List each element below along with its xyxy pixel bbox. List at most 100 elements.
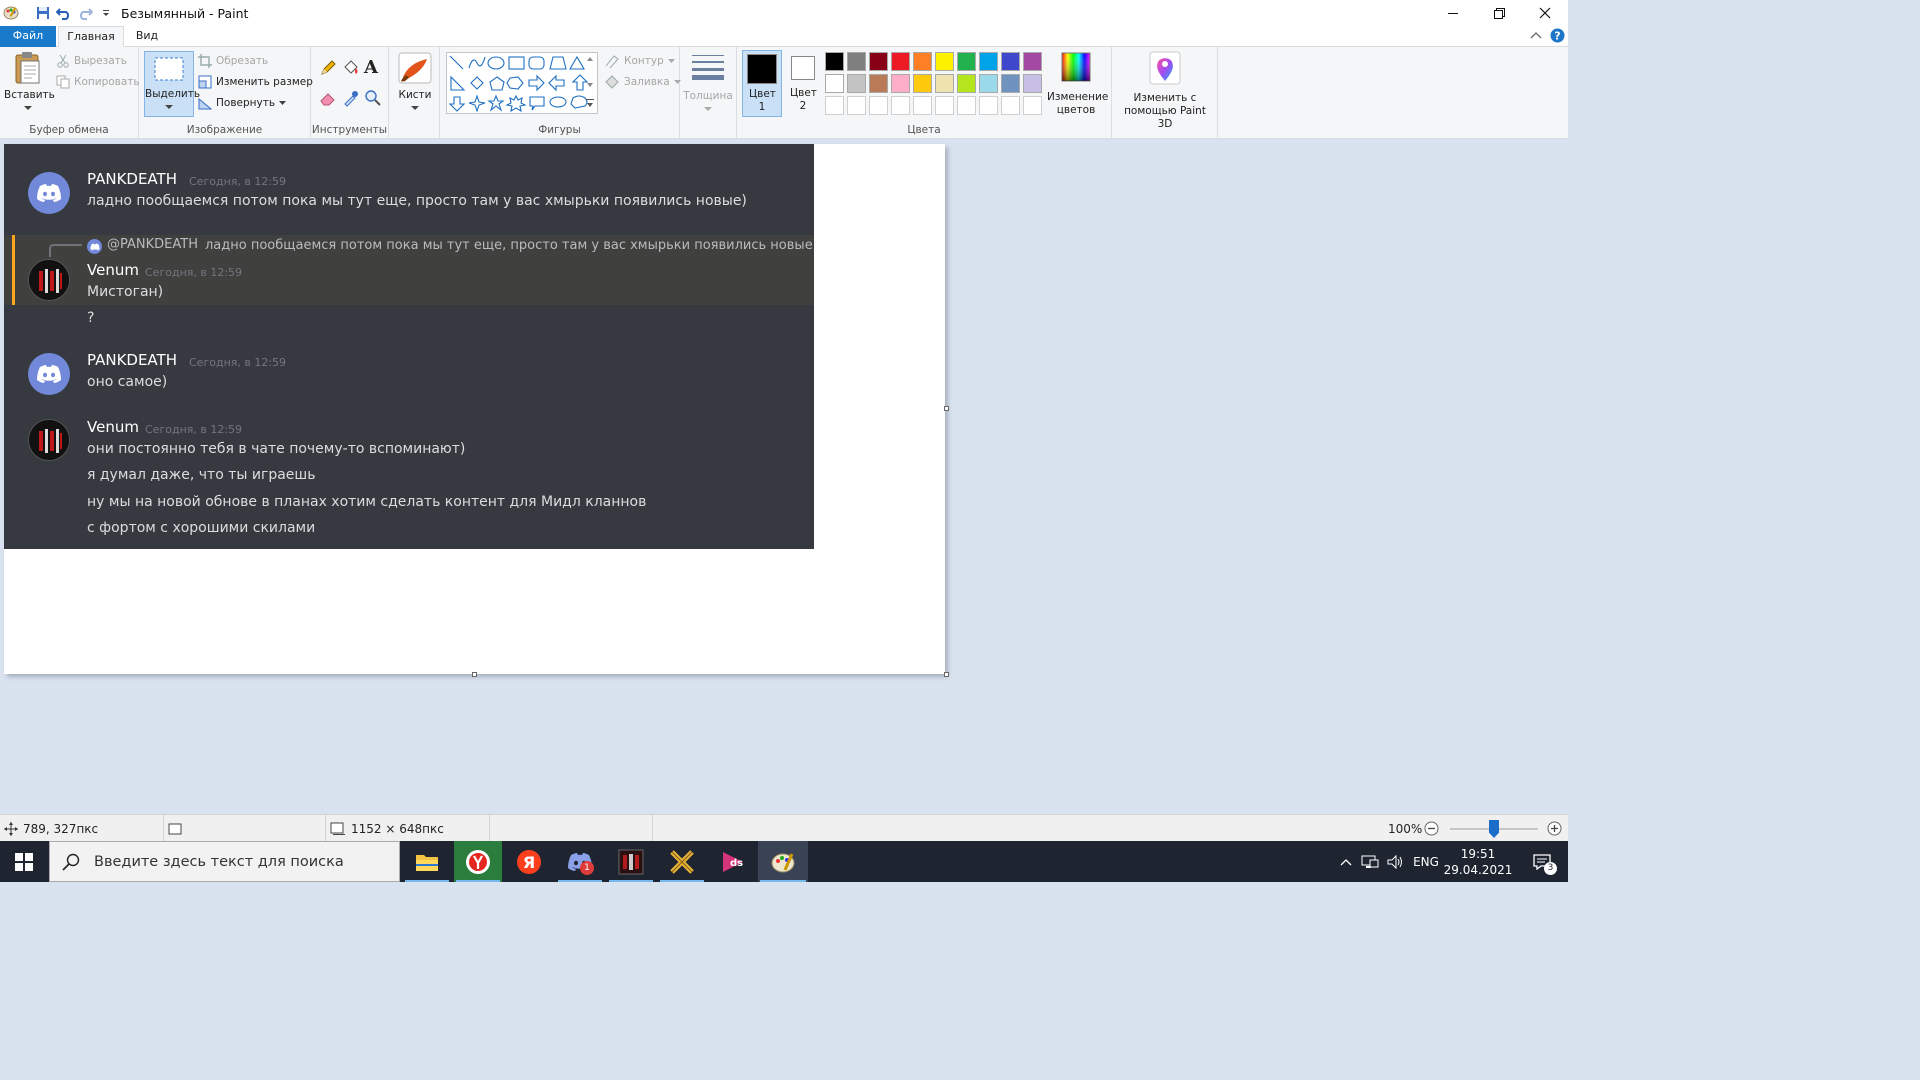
palette-custom-slot[interactable] bbox=[869, 96, 888, 115]
palette-custom-slot[interactable] bbox=[891, 96, 910, 115]
outline-button[interactable]: Контур bbox=[604, 54, 675, 68]
crop-button[interactable]: Обрезать bbox=[198, 54, 268, 68]
pencil-icon[interactable] bbox=[319, 59, 337, 80]
tab-home[interactable]: Главная bbox=[58, 26, 124, 48]
restore-button[interactable] bbox=[1476, 0, 1522, 26]
palette-swatch[interactable] bbox=[869, 74, 888, 93]
cut-button[interactable]: Вырезать bbox=[56, 54, 127, 68]
magnifier-icon[interactable] bbox=[364, 89, 382, 110]
palette-custom-slot[interactable] bbox=[979, 96, 998, 115]
zoom-slider-thumb[interactable] bbox=[1489, 820, 1499, 838]
palette-custom-slot[interactable] bbox=[847, 96, 866, 115]
palette-swatch[interactable] bbox=[913, 52, 932, 71]
image-size: 1152 × 648пкс bbox=[351, 821, 444, 836]
canvas-resize-handle-bottom[interactable] bbox=[472, 672, 477, 677]
brushes-button[interactable]: Кисти bbox=[393, 51, 437, 115]
color2-label: Цвет 2 bbox=[790, 87, 817, 112]
palette-custom-slot[interactable] bbox=[825, 96, 844, 115]
palette-swatch[interactable] bbox=[825, 74, 844, 93]
shapes-scroll[interactable] bbox=[586, 55, 594, 113]
taskbar-app-yandex-browser[interactable] bbox=[454, 841, 502, 882]
palette-swatch[interactable] bbox=[935, 74, 954, 93]
text-tool-icon[interactable]: A bbox=[364, 57, 378, 78]
color2-swatch bbox=[791, 56, 815, 80]
taskbar-app-paint[interactable] bbox=[758, 841, 808, 882]
palette-swatch[interactable] bbox=[913, 74, 932, 93]
save-icon[interactable] bbox=[34, 4, 52, 22]
collapse-ribbon-icon[interactable] bbox=[1530, 30, 1542, 43]
palette-swatch[interactable] bbox=[957, 74, 976, 93]
resize-button[interactable]: Изменить размер bbox=[198, 75, 313, 89]
paint-app-icon[interactable] bbox=[2, 4, 20, 22]
palette-swatch[interactable] bbox=[1023, 74, 1042, 93]
taskbar-search-box[interactable]: Введите здесь текст для поиска bbox=[49, 841, 400, 882]
canvas-resize-handle-corner[interactable] bbox=[944, 672, 949, 677]
palette-swatch[interactable] bbox=[957, 52, 976, 71]
zoom-out-button[interactable] bbox=[1424, 821, 1439, 839]
input-language[interactable]: ENG bbox=[1410, 841, 1442, 882]
taskbar-app-game[interactable] bbox=[607, 841, 655, 882]
network-icon[interactable] bbox=[1359, 841, 1381, 882]
brush-icon bbox=[398, 52, 432, 84]
fill-bucket-icon[interactable] bbox=[342, 59, 360, 80]
show-hidden-icons-button[interactable] bbox=[1336, 841, 1356, 882]
zoom-in-button[interactable] bbox=[1547, 821, 1562, 839]
clock[interactable]: 19:51 29.04.2021 bbox=[1444, 841, 1513, 882]
message-timestamp: Сегодня, в 12:59 bbox=[189, 356, 287, 369]
clock-time: 19:51 bbox=[1460, 846, 1496, 861]
undo-icon[interactable] bbox=[55, 4, 73, 22]
start-button[interactable] bbox=[0, 841, 48, 882]
drawing-canvas[interactable]: PANKDEATH Сегодня, в 12:59 ладно пообщае… bbox=[4, 144, 945, 674]
tab-view[interactable]: Вид bbox=[128, 26, 166, 47]
taskbar-app-discord[interactable]: 1 bbox=[556, 841, 604, 882]
select-button[interactable]: Выделить bbox=[144, 51, 200, 117]
rotate-button[interactable]: Повернуть bbox=[198, 96, 287, 110]
color1-button[interactable]: Цвет 1 bbox=[742, 50, 782, 117]
palette-swatch[interactable] bbox=[847, 52, 866, 71]
palette-swatch[interactable] bbox=[891, 74, 910, 93]
palette-swatch[interactable] bbox=[979, 74, 998, 93]
taskbar-app-explorer[interactable] bbox=[403, 841, 451, 882]
size-button[interactable]: Толщина bbox=[683, 53, 733, 116]
edit-with-paint3d-button[interactable]: Изменить с помощью Paint 3D bbox=[1116, 51, 1214, 131]
palette-custom-slot[interactable] bbox=[935, 96, 954, 115]
color-picker-icon[interactable] bbox=[342, 89, 360, 110]
chat-message-reply: @PANKDEATH ладно пообщаемся потом пока м… bbox=[4, 235, 814, 305]
chat-message: PANKDEATH Сегодня, в 12:59 оно самое) bbox=[4, 347, 814, 407]
palette-custom-slot[interactable] bbox=[1001, 96, 1020, 115]
palette-swatch[interactable] bbox=[1023, 52, 1042, 71]
palette-custom-slot[interactable] bbox=[957, 96, 976, 115]
palette-custom-slot[interactable] bbox=[913, 96, 932, 115]
tab-file[interactable]: Файл bbox=[0, 26, 56, 47]
taskbar-app-yandex[interactable]: Я bbox=[505, 841, 553, 882]
taskbar-app-ds[interactable]: ds bbox=[709, 841, 757, 882]
palette-swatch[interactable] bbox=[891, 52, 910, 71]
palette-swatch[interactable] bbox=[1001, 52, 1020, 71]
shapes-gallery[interactable] bbox=[446, 52, 598, 114]
color2-button[interactable]: Цвет 2 bbox=[785, 50, 821, 117]
reply-mention[interactable]: @PANKDEATH bbox=[107, 237, 198, 252]
palette-custom-slot[interactable] bbox=[1023, 96, 1042, 115]
palette-swatch[interactable] bbox=[1001, 74, 1020, 93]
action-center-button[interactable]: 3 bbox=[1522, 841, 1562, 882]
palette-swatch[interactable] bbox=[847, 74, 866, 93]
palette-swatch[interactable] bbox=[979, 52, 998, 71]
copy-button[interactable]: Копировать bbox=[56, 75, 140, 89]
palette-swatch[interactable] bbox=[869, 52, 888, 71]
palette-swatch[interactable] bbox=[825, 52, 844, 71]
help-icon[interactable]: ? bbox=[1550, 28, 1565, 46]
clipboard-group-label: Буфер обмена bbox=[29, 124, 109, 136]
palette-swatch[interactable] bbox=[935, 52, 954, 71]
canvas-resize-handle-right[interactable] bbox=[944, 406, 949, 411]
paste-button[interactable]: Вставить bbox=[4, 51, 55, 115]
close-button[interactable] bbox=[1522, 0, 1568, 26]
fill-button[interactable]: Заливка bbox=[604, 75, 681, 89]
edit-colors-button[interactable]: Изменение цветов bbox=[1047, 51, 1108, 117]
volume-icon[interactable] bbox=[1384, 841, 1406, 882]
taskbar-app-x[interactable] bbox=[658, 841, 706, 882]
customize-quick-access-icon[interactable] bbox=[97, 4, 115, 22]
redo-icon[interactable] bbox=[76, 4, 94, 22]
minimize-button[interactable] bbox=[1430, 0, 1476, 26]
eraser-icon[interactable] bbox=[319, 89, 337, 110]
selection-size-section bbox=[164, 815, 326, 842]
